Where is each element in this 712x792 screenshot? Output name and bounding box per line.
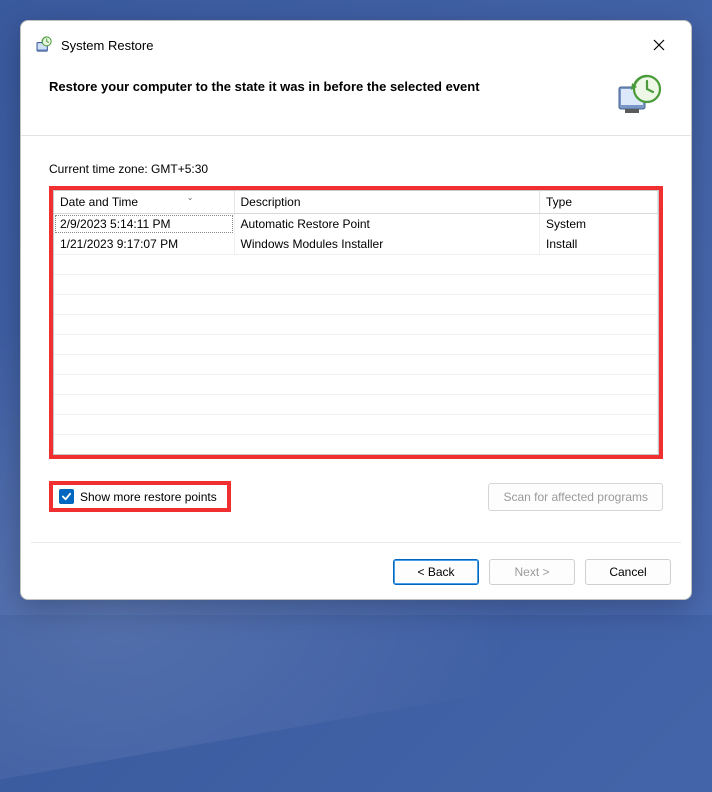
- system-restore-window: System Restore Restore your computer to …: [20, 20, 692, 600]
- sort-indicator-icon: ⌄: [187, 193, 194, 202]
- cell-datetime: 1/21/2023 9:17:07 PM: [54, 234, 234, 254]
- show-more-checkbox[interactable]: [59, 489, 74, 504]
- header: Restore your computer to the state it wa…: [21, 65, 691, 136]
- back-button[interactable]: < Back: [393, 559, 479, 585]
- column-header-description[interactable]: Description: [234, 191, 540, 214]
- show-more-label: Show more restore points: [80, 490, 217, 504]
- column-header-type[interactable]: Type: [540, 191, 658, 214]
- close-button[interactable]: [641, 31, 677, 59]
- empty-rows: [54, 254, 657, 454]
- next-button: Next >: [489, 559, 575, 585]
- column-label: Description: [241, 195, 301, 209]
- restore-graphic-icon: [615, 73, 663, 117]
- restore-points-highlight: Date and Time ⌄ Description Type: [49, 186, 663, 459]
- show-more-highlight: Show more restore points: [49, 481, 231, 512]
- timezone-label: Current time zone: GMT+5:30: [49, 162, 663, 176]
- restore-points-table[interactable]: Date and Time ⌄ Description Type: [53, 190, 659, 455]
- cell-type: Install: [540, 234, 658, 254]
- cell-datetime: 2/9/2023 5:14:11 PM: [54, 214, 234, 235]
- titlebar: System Restore: [21, 21, 691, 65]
- header-text: Restore your computer to the state it wa…: [49, 73, 615, 94]
- scan-affected-button: Scan for affected programs: [488, 483, 663, 511]
- cell-type: System: [540, 214, 658, 235]
- column-label: Type: [546, 195, 572, 209]
- window-title: System Restore: [61, 38, 641, 53]
- table-row[interactable]: 1/21/2023 9:17:07 PM Windows Modules Ins…: [54, 234, 658, 254]
- wizard-footer: < Back Next > Cancel: [393, 559, 671, 585]
- column-label: Date and Time: [60, 195, 138, 209]
- cancel-button[interactable]: Cancel: [585, 559, 671, 585]
- table-row[interactable]: 2/9/2023 5:14:11 PM Automatic Restore Po…: [54, 214, 658, 235]
- content-area: Current time zone: GMT+5:30 Date and Tim…: [21, 136, 691, 512]
- cell-description: Automatic Restore Point: [234, 214, 540, 235]
- footer-separator: [31, 542, 681, 543]
- cell-description: Windows Modules Installer: [234, 234, 540, 254]
- system-restore-icon: [35, 36, 53, 54]
- column-header-datetime[interactable]: Date and Time ⌄: [54, 191, 234, 214]
